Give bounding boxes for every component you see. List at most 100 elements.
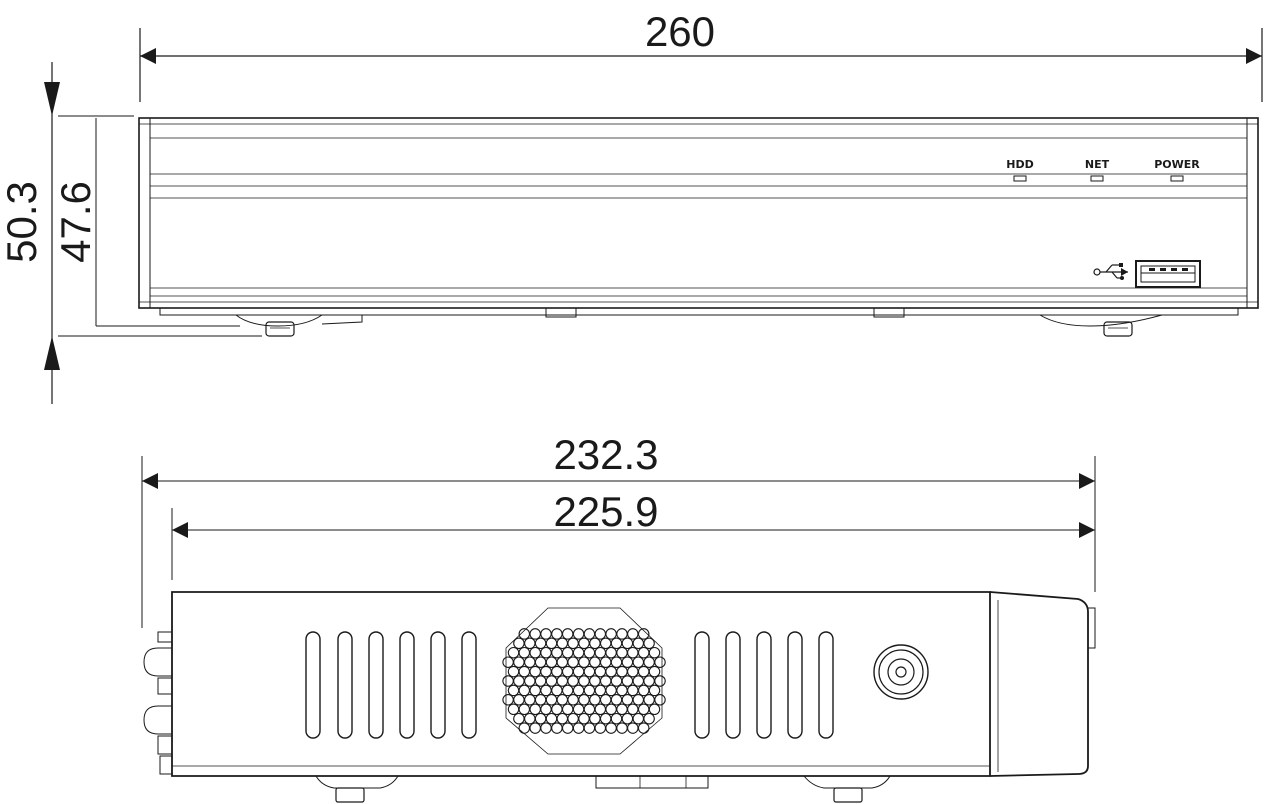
fan-grille-hole: [540, 722, 552, 734]
fan-grille-hole: [589, 675, 601, 687]
side-view: 232.3 225.9: [141, 431, 1096, 803]
fan-grille-hole: [632, 694, 645, 706]
fan-grille-hole: [529, 628, 541, 640]
fan-grille-hole: [524, 694, 536, 706]
hdd-label: HDD: [1006, 158, 1033, 171]
fan-grille-hole: [627, 722, 639, 734]
power-label: POWER: [1154, 158, 1200, 171]
fan-grille-hole: [616, 722, 628, 734]
fan-grille-hole: [545, 637, 558, 650]
fan-grille-hole: [534, 656, 547, 668]
fan-grille-hole: [551, 665, 563, 678]
fan-grille-hole: [594, 703, 607, 716]
fan-grille-hole: [621, 656, 634, 668]
fan-grille-hole: [616, 646, 628, 659]
fan-grille-hole: [513, 675, 525, 687]
fan-grille-hole: [556, 637, 569, 650]
fan-grille-hole: [518, 684, 531, 697]
fan-grille-hole: [529, 665, 541, 678]
fan-grille-hole: [594, 646, 607, 659]
fan-grille-hole: [507, 665, 520, 678]
fan-grille-hole: [605, 703, 617, 716]
fan-grille-hole: [594, 684, 607, 697]
fan-grille-hole: [605, 646, 617, 659]
fan-grille-icon: [502, 607, 666, 755]
fan-grille-hole: [654, 675, 666, 687]
fan-grille-hole: [610, 712, 623, 725]
fan-grille-hole: [627, 665, 639, 678]
fan-grille-hole: [616, 628, 628, 640]
fan-grille-hole: [621, 694, 634, 706]
fan-grille-hole: [518, 646, 531, 659]
fan-grille-hole: [632, 656, 645, 668]
body-height-dimension: 47.6: [52, 118, 240, 327]
net-label: NET: [1085, 158, 1110, 171]
body-depth-dimension: 225.9: [171, 488, 1095, 580]
fan-grille-hole: [578, 694, 590, 706]
fan-grille-hole: [583, 684, 596, 697]
fan-grille-hole: [643, 694, 655, 706]
fan-grille-hole: [599, 675, 612, 687]
fan-grille-hole: [524, 675, 536, 687]
fan-grille-hole: [561, 665, 574, 678]
fan-grille-hole: [561, 703, 574, 716]
fan-grille-hole: [545, 712, 558, 725]
fan-grille-hole: [654, 656, 666, 668]
fan-grille-hole: [583, 646, 596, 659]
fan-grille-hole: [561, 628, 574, 640]
front-left-foot: [235, 314, 363, 337]
fan-grille-hole: [534, 712, 547, 725]
fan-grille-hole: [632, 637, 645, 650]
fan-grille-hole: [502, 656, 514, 668]
fan-grille-hole: [529, 684, 541, 697]
fan-grille-hole: [551, 646, 563, 659]
fan-grille-hole: [551, 628, 563, 640]
indicator-net: NET: [1085, 158, 1110, 182]
usb-port: [1135, 260, 1201, 288]
width-label: 260: [645, 8, 715, 55]
fan-grille-hole: [648, 703, 661, 716]
fan-grille-hole: [518, 722, 531, 734]
power-led-icon: [1170, 175, 1184, 182]
fan-grille-hole: [513, 694, 525, 706]
fan-grille-hole: [627, 628, 639, 640]
front-view: 260 50.3 47.6 HDD NET POWER: [0, 8, 1263, 404]
fan-grille-hole: [572, 703, 585, 716]
fan-grille-hole: [513, 712, 525, 725]
fan-grille-hole: [513, 637, 525, 650]
fan-grille-hole: [513, 656, 525, 668]
fan-grille-hole: [583, 628, 596, 640]
fan-grille-hole: [524, 656, 536, 668]
fan-grille-hole: [561, 646, 574, 659]
fan-grille-hole: [556, 675, 569, 687]
overall-depth-label: 232.3: [553, 431, 658, 478]
fan-grille-hole: [610, 694, 623, 706]
fan-grille-hole: [551, 722, 563, 734]
fan-grille-hole: [567, 637, 579, 650]
fan-grille-hole: [648, 684, 661, 697]
fan-grille-hole: [518, 665, 531, 678]
fan-grille-hole: [534, 637, 547, 650]
width-dimension: 260: [139, 8, 1263, 102]
fan-grille-hole: [567, 656, 579, 668]
fan-grille-hole: [583, 665, 596, 678]
fan-grille-hole: [599, 694, 612, 706]
left-vent-slots: [305, 631, 477, 739]
fan-grille-hole: [529, 722, 541, 734]
fan-grille-hole: [578, 675, 590, 687]
fan-grille-hole: [637, 665, 650, 678]
indicator-hdd: HDD: [1006, 158, 1034, 182]
fan-grille-hole: [599, 637, 612, 650]
outer-height-dimension: 50.3: [0, 62, 262, 404]
fan-grille-hole: [616, 665, 628, 678]
technical-drawing: 260 50.3 47.6 HDD NET POWER 232.3 225.9: [0, 8, 1263, 803]
fan-grille-hole: [545, 694, 558, 706]
fan-grille-hole: [561, 722, 574, 734]
fan-grille-hole: [578, 637, 590, 650]
fan-grille-hole: [594, 665, 607, 678]
fan-grille-hole: [545, 675, 558, 687]
body-depth-label: 225.9: [553, 488, 658, 535]
fan-grille-hole: [529, 703, 541, 716]
fan-grille-hole: [637, 722, 650, 734]
fan-grille-hole: [583, 722, 596, 734]
